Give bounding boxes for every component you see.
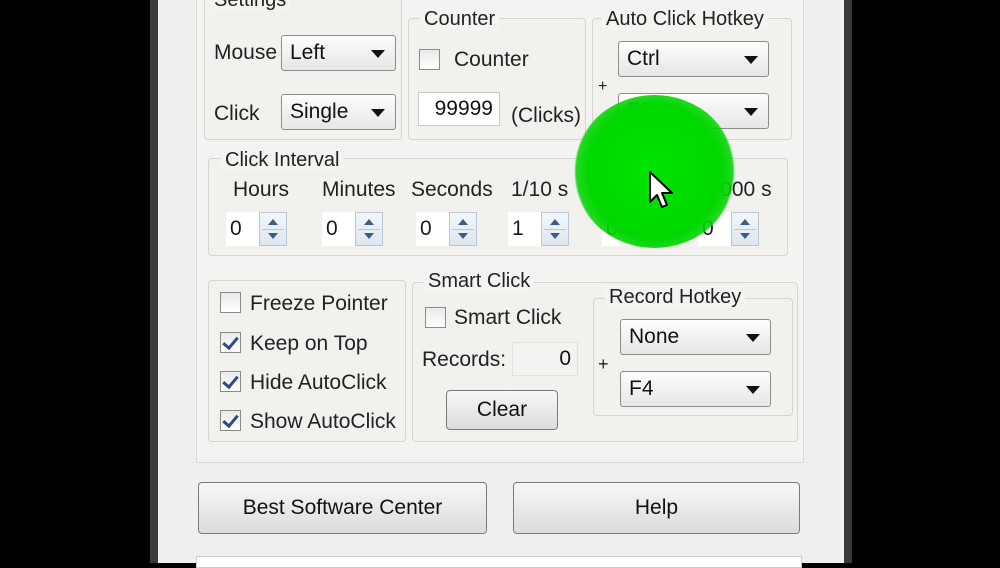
- interval-minutes-label: Minutes: [322, 178, 396, 201]
- click-type-select[interactable]: Single: [281, 94, 396, 130]
- mouse-label: Mouse: [214, 41, 278, 64]
- keep-on-top-checkbox[interactable]: [220, 332, 241, 353]
- show-autoclick-label: Show AutoClick: [250, 410, 396, 433]
- help-button[interactable]: Help: [513, 482, 800, 534]
- arrow-down-icon: [458, 233, 468, 239]
- interval-thousandths-spinner[interactable]: [731, 212, 759, 246]
- hotkey-modifier-value: Ctrl: [627, 47, 660, 70]
- arrow-up-icon: [740, 219, 750, 225]
- interval-hundredths-input[interactable]: 0: [602, 212, 636, 246]
- smart-click-title: Smart Click: [424, 270, 535, 292]
- interval-tenths-input[interactable]: 1: [508, 212, 542, 246]
- show-autoclick-checkbox[interactable]: [220, 410, 241, 431]
- interval-seconds-label: Seconds: [411, 178, 493, 201]
- hide-autoclick-checkbox[interactable]: [220, 371, 241, 392]
- arrow-up-icon: [458, 219, 468, 225]
- interval-tenths-spinner[interactable]: [541, 212, 569, 246]
- arrow-down-icon: [364, 233, 374, 239]
- counter-unit: (Clicks): [511, 104, 581, 127]
- arrow-up-icon: [268, 219, 278, 225]
- chevron-down-icon: [371, 50, 385, 58]
- record-hotkey-modifier-value: None: [629, 325, 680, 348]
- interval-hours-input[interactable]: 0: [226, 212, 260, 246]
- record-hotkey-modifier-select[interactable]: None: [620, 319, 771, 355]
- counter-checkbox-label: Counter: [454, 48, 529, 71]
- interval-thousandths-input[interactable]: 0: [698, 212, 732, 246]
- arrow-up-icon: [550, 219, 560, 225]
- hotkey-modifier-select[interactable]: Ctrl: [618, 41, 769, 77]
- arrow-up-icon: [364, 219, 374, 225]
- interval-hundredths-spinner[interactable]: [635, 212, 663, 246]
- mouse-button-select[interactable]: Left: [281, 35, 396, 71]
- keep-on-top-label: Keep on Top: [250, 332, 368, 355]
- records-count: 0: [512, 342, 578, 376]
- chevron-down-icon: [744, 56, 758, 64]
- interval-hours-spinner[interactable]: [259, 212, 287, 246]
- settings-title: Settings: [210, 0, 291, 11]
- smart-click-checkbox[interactable]: [425, 307, 446, 328]
- record-hotkey-plus: +: [598, 354, 609, 374]
- hotkey-key-value: F3: [627, 99, 652, 122]
- clear-button[interactable]: Clear: [446, 390, 558, 430]
- record-hotkey-key-value: F4: [629, 377, 654, 400]
- counter-value-input[interactable]: 99999: [418, 92, 500, 126]
- interval-seconds-spinner[interactable]: [449, 212, 477, 246]
- hotkey-key-select[interactable]: F3: [618, 93, 769, 129]
- counter-checkbox[interactable]: [419, 49, 440, 70]
- records-label: Records:: [422, 348, 507, 371]
- chevron-down-icon: [371, 109, 385, 117]
- arrow-down-icon: [268, 233, 278, 239]
- interval-hundredths-label: 1/100: [601, 178, 654, 201]
- chevron-down-icon: [746, 334, 760, 342]
- interval-minutes-input[interactable]: 0: [322, 212, 356, 246]
- freeze-pointer-label: Freeze Pointer: [250, 292, 388, 315]
- record-hotkey-key-select[interactable]: F4: [620, 371, 771, 407]
- chevron-down-icon: [744, 108, 758, 116]
- interval-tenths-label: 1/10 s: [511, 178, 569, 201]
- click-label: Click: [214, 102, 260, 125]
- click-type-value: Single: [290, 100, 349, 123]
- interval-minutes-spinner[interactable]: [355, 212, 383, 246]
- status-bar: [196, 556, 802, 568]
- interval-hours-label: Hours: [233, 178, 290, 201]
- arrow-down-icon: [740, 233, 750, 239]
- arrow-up-icon: [644, 219, 654, 225]
- click-interval-title: Click Interval: [221, 149, 344, 171]
- record-hotkey-title: Record Hotkey: [605, 286, 746, 308]
- hide-autoclick-label: Hide AutoClick: [250, 371, 387, 394]
- best-software-center-button[interactable]: Best Software Center: [198, 482, 487, 534]
- interval-seconds-input[interactable]: 0: [416, 212, 450, 246]
- chevron-down-icon: [746, 386, 760, 394]
- arrow-down-icon: [550, 233, 560, 239]
- smart-click-checkbox-label: Smart Click: [454, 306, 562, 329]
- interval-thousandths-label: 1/1000 s: [691, 178, 772, 201]
- arrow-down-icon: [644, 233, 654, 239]
- counter-title: Counter: [420, 8, 500, 30]
- hotkey-plus: +: [598, 78, 608, 95]
- hotkey-title: Auto Click Hotkey: [602, 8, 768, 30]
- freeze-pointer-checkbox[interactable]: [220, 292, 241, 313]
- mouse-button-value: Left: [290, 41, 326, 64]
